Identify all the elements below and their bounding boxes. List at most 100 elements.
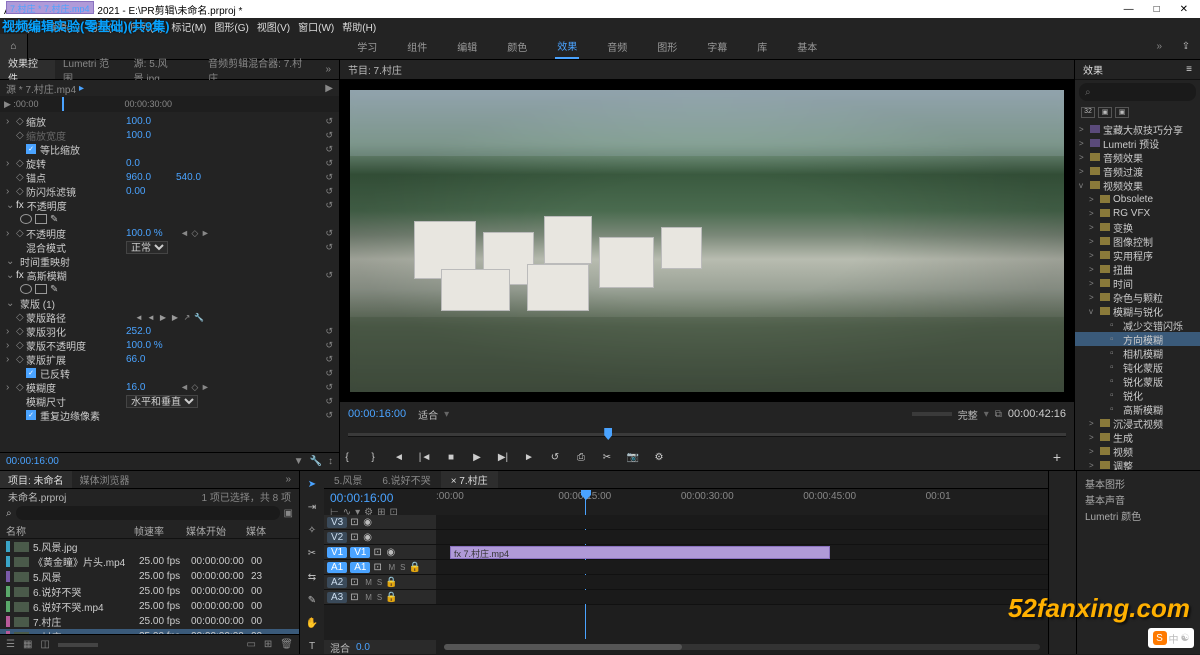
new-bin-icon[interactable]: ▭ [246,639,255,650]
audio-track[interactable]: A3⊡MS🔒 [324,590,1048,605]
ellipse-mask-icon[interactable] [20,284,32,294]
transport-button[interactable]: 📷 [626,452,640,463]
property-row[interactable]: ✓已反转↺ [0,366,339,380]
project-item[interactable]: 5.风景.jpg [0,539,299,554]
expand-icon[interactable]: ↕ [328,456,333,467]
project-item[interactable]: 7.村庄25.00 fps00:00:00:0000 [0,614,299,629]
menu-item[interactable]: 标记(M) [169,19,208,34]
transport-button[interactable]: } [366,452,380,463]
effects-tree-item[interactable]: ▫锐化 [1075,388,1200,402]
thumb-slider[interactable] [58,643,98,647]
property-row[interactable]: ◇锚点960.0540.0↺ [0,170,339,184]
property-row[interactable]: ›◇蒙版扩展66.0↺ [0,352,339,366]
property-row[interactable]: ⌄时间重映射 [0,254,339,268]
effects-tree-item[interactable]: v模糊与锐化 [1075,304,1200,318]
effects-tree-item[interactable]: >变换 [1075,220,1200,234]
workspace-tab[interactable]: 库 [755,34,769,59]
razor-tool-icon[interactable]: ✂ [304,546,320,561]
badge-accel[interactable]: ▣ [1115,107,1129,118]
effects-tree-item[interactable]: >视频 [1075,444,1200,458]
effects-tree-item[interactable]: >生成 [1075,430,1200,444]
effects-tree-item[interactable]: >沉浸式视频 [1075,416,1200,430]
playhead-icon[interactable] [604,428,612,440]
selection-tool-icon[interactable]: ➤ [304,477,320,492]
dropdown[interactable]: 水平和垂直 [126,395,198,408]
sequence-tab[interactable]: × 7.村庄 [441,471,498,488]
list-view-icon[interactable]: ☰ [6,639,15,650]
ime-indicator[interactable]: S 中 ☯ [1148,628,1194,648]
effects-tree-item[interactable]: >Obsolete [1075,192,1200,206]
workspace-tab[interactable]: 学习 [355,34,379,59]
ellipse-mask-icon[interactable] [20,214,32,224]
property-row[interactable]: ›◇蒙版不透明度100.0 %↺ [0,338,339,352]
audio-track[interactable]: A1A1⊡MS🔒 [324,560,1048,575]
effect-controls-timeline[interactable]: ▶ :00:00 00:00:30:00 [0,96,339,112]
trash-icon[interactable]: 🗑 [280,639,293,650]
pen-mask-icon[interactable]: ✎ [50,284,62,294]
menu-item[interactable]: 视图(V) [255,19,292,34]
transport-button[interactable]: ✂ [600,452,614,463]
property-row[interactable]: ✓重复边缘像素↺ [0,408,339,422]
add-button[interactable]: + [1050,449,1064,465]
badge-32[interactable]: 32 [1081,107,1095,118]
effects-tree-item[interactable]: ▫高斯模糊 [1075,402,1200,416]
maximize-button[interactable]: □ [1154,4,1160,15]
type-tool-icon[interactable]: T [304,639,320,654]
property-row[interactable]: 混合模式正常↺ [0,240,339,254]
zoom-fit[interactable]: 适合 [418,407,438,422]
workspace-tab[interactable]: 组件 [405,34,429,59]
panel-tab[interactable]: 基本图形 [1077,475,1200,491]
panel-tab[interactable]: 音频剪辑混合器: 7.村庄 [200,60,317,79]
transport-button[interactable]: ◄ [392,452,406,463]
menu-item[interactable]: 窗口(W) [296,19,336,34]
transport-button[interactable]: ▶ [470,452,484,463]
freeform-icon[interactable]: ◫ [40,639,49,650]
property-row[interactable]: ✎ [0,282,339,296]
effects-tree-item[interactable]: >音频过渡 [1075,164,1200,178]
effects-tree-item[interactable]: >Lumetri 预设 [1075,136,1200,150]
property-row[interactable]: 模糊尺寸水平和垂直↺ [0,394,339,408]
panel-tab[interactable]: 基本声音 [1077,491,1200,507]
workspace-tab[interactable]: 图形 [655,34,679,59]
filter-icon[interactable]: ▼ [294,456,304,467]
playhead-icon[interactable] [62,97,64,111]
transport-button[interactable]: ↺ [548,452,562,463]
track-select-tool-icon[interactable]: ⇥ [304,500,320,515]
slip-tool-icon[interactable]: ⇆ [304,570,320,585]
workspace-tab[interactable]: 颜色 [505,34,529,59]
rect-mask-icon[interactable] [35,284,47,294]
workspace-tab[interactable]: 编辑 [455,34,479,59]
transport-button[interactable]: |◄ [418,452,432,463]
effects-tree-item[interactable]: ▫锐化蒙版 [1075,374,1200,388]
overflow-icon[interactable]: » [1146,41,1172,52]
project-item[interactable]: 5.风景25.00 fps00:00:00:0023 [0,569,299,584]
panel-tab[interactable]: Lumetri 颜色 [1077,507,1200,523]
panel-tab[interactable]: 源: 5.风景.jpg [126,60,201,79]
panel-tab[interactable]: Lumetri 范围 [55,60,126,79]
property-row[interactable]: ✎ [0,212,339,226]
transport-button[interactable]: ■ [444,452,458,463]
property-row[interactable]: ⌄蒙版 (1) [0,296,339,310]
wrench-icon[interactable]: 🔧 [310,456,322,467]
property-row[interactable]: ⌄fx高斯模糊↺ [0,268,339,282]
property-row[interactable]: ›◇缩放100.0↺ [0,114,339,128]
program-scrubber[interactable] [340,426,1074,444]
pen-mask-icon[interactable]: ✎ [50,214,62,224]
minimize-button[interactable]: — [1124,4,1134,15]
effects-tree-item[interactable]: ▫相机模糊 [1075,346,1200,360]
effects-tree-item[interactable]: ▫钝化蒙版 [1075,360,1200,374]
timeline-timecode[interactable]: 00:00:16:00 [330,491,430,505]
workspace-tab[interactable]: 效果 [555,34,579,59]
property-row[interactable]: ›◇不透明度100.0 %◄ ◇ ►↺ [0,226,339,240]
transport-button[interactable]: ▶| [496,452,510,463]
timeline-zoom[interactable] [444,644,1040,650]
workspace-tab[interactable]: 字幕 [705,34,729,59]
hand-tool-icon[interactable]: ✋ [304,616,320,631]
property-row[interactable]: ›◇防闪烁滤镜0.00↺ [0,184,339,198]
project-search[interactable] [16,506,280,520]
property-row[interactable]: ◇蒙版路径◄◄▶▶↗🔧 [0,310,339,324]
menu-item[interactable]: 图形(G) [212,19,250,34]
effects-tree-item[interactable]: v视频效果 [1075,178,1200,192]
effects-tree-item[interactable]: >图像控制 [1075,234,1200,248]
timeline-clip[interactable]: fx 7.村庄.mp4 [450,546,830,559]
